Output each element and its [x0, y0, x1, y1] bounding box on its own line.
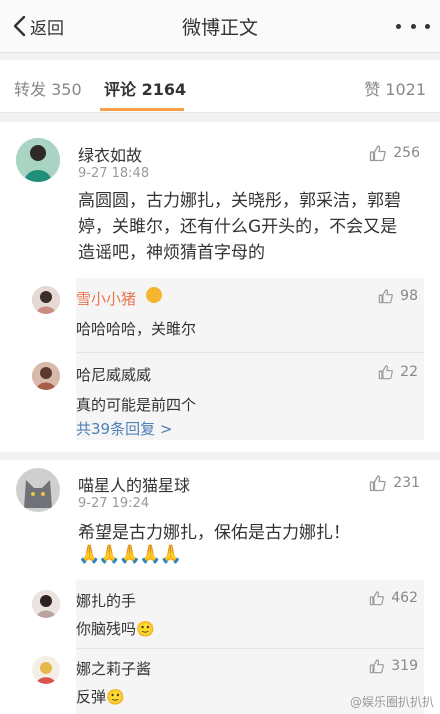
- reply-like-button[interactable]: 462: [369, 590, 418, 606]
- more-options-button[interactable]: [396, 14, 430, 38]
- back-button[interactable]: 返回: [12, 12, 64, 40]
- divider: [76, 352, 424, 353]
- more-replies-link[interactable]: 共39条回复 >: [76, 418, 172, 439]
- reply-like-button[interactable]: 98: [378, 288, 418, 304]
- avatar[interactable]: [16, 138, 60, 182]
- reply-list: 雪小小猪 98 哈哈哈哈，关雎尔 哈尼威威威 22 真的可能是前四个 共39条回…: [32, 278, 424, 440]
- divider: [76, 648, 424, 649]
- comment-card: 绿衣如故 9-27 18:48 256 高圆圆，古力娜扎，关晓彤，郭采洁，郭碧婷…: [0, 122, 440, 452]
- back-label: 返回: [30, 18, 64, 39]
- reply-text: 哈哈哈哈，关雎尔: [76, 320, 197, 338]
- reply-avatar[interactable]: [32, 656, 60, 684]
- tab-repost[interactable]: 转发 350: [14, 76, 82, 100]
- reply-like-count: 319: [391, 658, 418, 674]
- comment-time: 9-27 19:24: [78, 496, 150, 511]
- reply-user-name[interactable]: 哈尼威威威: [76, 364, 151, 385]
- tab-bar: 转发 350 评论 2164 赞 1021: [0, 60, 440, 113]
- chevron-left-icon: [13, 15, 26, 37]
- comment-card: 喵星人的猫星球 9-27 19:24 231 希望是古力娜扎，保佑是古力娜扎！ …: [0, 460, 440, 714]
- like-count: 231: [393, 475, 420, 491]
- top-nav: 返回 微博正文: [0, 0, 440, 53]
- comment-text: 高圆圆，古力娜扎，关晓彤，郭采洁，郭碧婷，关雎尔，还有什么G开头的，不会又是造谣…: [78, 191, 401, 263]
- thumbs-up-icon: [378, 289, 394, 304]
- reply-like-count: 22: [400, 364, 418, 380]
- reply-user-name[interactable]: 雪小小猪: [76, 288, 136, 309]
- thumbs-up-icon: [370, 475, 387, 492]
- tab-likes[interactable]: 赞 1021: [364, 76, 426, 100]
- vip-badge-icon: [146, 287, 162, 303]
- thumbs-up-icon: [370, 145, 387, 162]
- thumbs-up-icon: [370, 591, 385, 606]
- watermark: @娱乐圈扒扒扒: [349, 695, 434, 709]
- reply-avatar[interactable]: [32, 590, 60, 618]
- comment-time: 9-27 18:48: [78, 166, 150, 181]
- reply-user-name[interactable]: 娜扎的手: [76, 590, 136, 611]
- thumbs-up-icon: [370, 659, 385, 674]
- reply-text: 你脑残吗🙂: [76, 620, 155, 638]
- like-button[interactable]: 231: [369, 474, 420, 492]
- reply-like-button[interactable]: 22: [378, 364, 418, 380]
- thumbs-up-icon: [378, 365, 394, 380]
- active-tab-indicator: [100, 108, 184, 111]
- comment-text: 希望是古力娜扎，保佑是古力娜扎！: [78, 523, 350, 543]
- avatar-image: [16, 468, 60, 512]
- reply-like-count: 462: [391, 590, 418, 606]
- reply-text: 真的可能是前四个: [76, 396, 197, 414]
- reply-like-button[interactable]: 319: [369, 658, 418, 674]
- page-title: 微博正文: [181, 17, 258, 39]
- user-name[interactable]: 喵星人的猫星球: [78, 472, 190, 496]
- tab-comment[interactable]: 评论 2164: [104, 76, 186, 100]
- reply-avatar[interactable]: [32, 286, 60, 314]
- like-button[interactable]: 256: [369, 144, 420, 162]
- avatar-image: [16, 138, 60, 182]
- pray-emoji-icon: 🙏🙏🙏🙏🙏: [78, 544, 182, 565]
- like-count: 256: [393, 145, 420, 161]
- avatar[interactable]: [16, 468, 60, 512]
- reply-like-count: 98: [400, 288, 418, 304]
- reply-text: 反弹🙂: [76, 688, 125, 706]
- more-dots-icon: [396, 23, 401, 29]
- reply-user-name[interactable]: 娜之莉子酱: [76, 658, 151, 679]
- reply-avatar[interactable]: [32, 362, 60, 390]
- user-name[interactable]: 绿衣如故: [78, 142, 142, 166]
